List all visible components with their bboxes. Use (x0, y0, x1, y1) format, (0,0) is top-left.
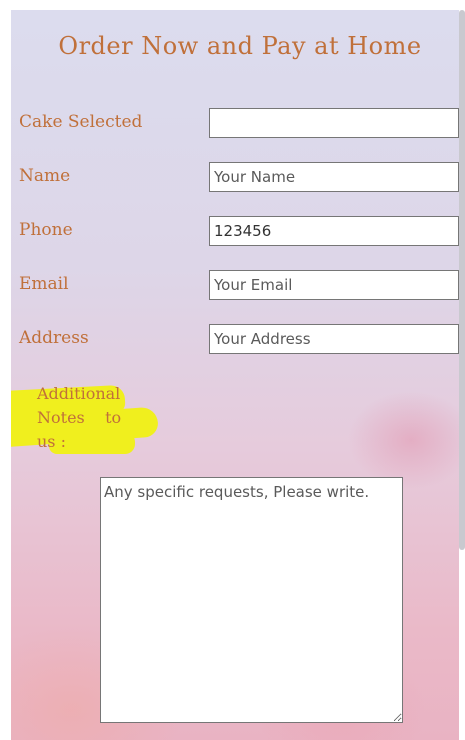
email-input[interactable] (209, 270, 459, 300)
order-form-page: Order Now and Pay at Home Cake Selected … (11, 10, 459, 740)
address-label: Address (19, 328, 89, 348)
notes-label-line: Notes to (37, 408, 122, 427)
additional-notes-textarea[interactable] (100, 477, 403, 723)
name-label: Name (19, 166, 71, 186)
address-input[interactable] (209, 324, 459, 354)
notes-label-line: Additional (37, 384, 121, 403)
page-scrollbar[interactable] (459, 10, 465, 550)
name-input[interactable] (209, 162, 459, 192)
notes-label-line: us : (37, 432, 66, 451)
phone-label: Phone (19, 220, 73, 240)
phone-input[interactable] (209, 216, 459, 246)
additional-notes-label: Additional Notes to us : (37, 382, 133, 454)
email-label: Email (19, 274, 69, 294)
cake-selected-input[interactable] (209, 108, 459, 138)
cake-selected-label: Cake Selected (19, 112, 143, 132)
form-title: Order Now and Pay at Home (58, 32, 422, 60)
